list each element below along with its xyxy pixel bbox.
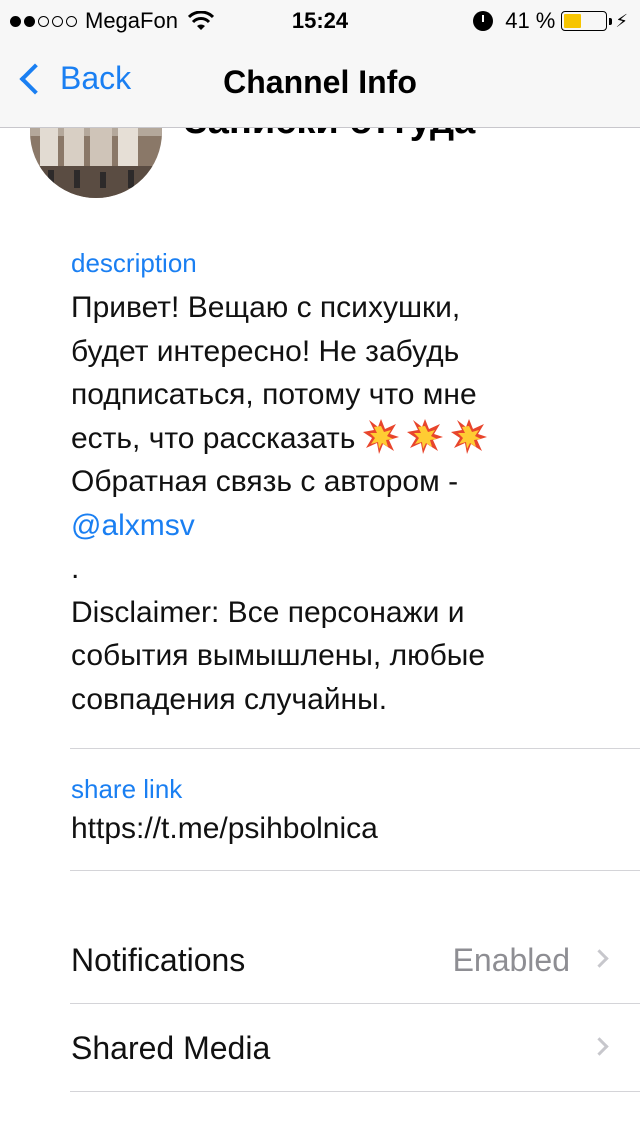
description-line: Обратная связь с автором -: [71, 465, 459, 498]
navigation-bar: Back Channel Info: [0, 40, 640, 128]
alarm-icon: [473, 11, 494, 31]
notifications-status: Enabled: [452, 942, 570, 978]
battery-fill: [564, 14, 581, 28]
shared-media-label: Shared Media: [71, 1030, 271, 1066]
author-mention-link[interactable]: @alxmsv: [71, 504, 631, 548]
description-text: Привет! Вещаю с психушки, будет интересн…: [71, 286, 631, 721]
battery-icon: [561, 11, 613, 31]
shared-media-row[interactable]: Shared Media: [0, 1004, 640, 1092]
status-bar: MegaFon 15:24 41 % ⚡: [0, 0, 640, 40]
description-line: Disclaimer: Все персонажи и: [71, 595, 465, 629]
chevron-left-icon: [19, 62, 51, 95]
description-line: .: [71, 552, 80, 585]
collision-emoji-icon: [451, 418, 488, 454]
divider: [70, 870, 640, 871]
description-line: подписаться, потому что мне: [71, 378, 477, 411]
notifications-label: Notifications: [71, 942, 246, 978]
description-line: Привет! Вещаю с психушки,: [71, 291, 461, 324]
share-link-label: share link: [71, 774, 183, 804]
collision-emoji-icon: [407, 418, 444, 454]
description-label: description: [71, 248, 197, 278]
battery-percent: 41 %: [505, 8, 556, 33]
charging-bolt-icon: ⚡: [615, 10, 628, 31]
back-label: Back: [60, 60, 132, 96]
chevron-right-icon: [590, 949, 609, 968]
description-line-with-emoji: есть, что рассказать: [71, 417, 631, 461]
status-right: 41 % ⚡: [473, 8, 628, 34]
divider: [70, 1091, 640, 1092]
description-line: будет интересно! Не забудь: [71, 334, 460, 368]
description-line: события вымышлены, любые: [71, 639, 486, 672]
description-line: есть, что рассказать: [71, 421, 356, 455]
divider: [70, 748, 640, 749]
back-button[interactable]: Back: [14, 60, 131, 97]
notifications-row[interactable]: Notifications Enabled: [0, 916, 640, 1004]
share-link-value[interactable]: https://t.me/psihbolnica: [71, 812, 378, 846]
emoji-group: [363, 418, 488, 454]
description-line: совпадения случайны.: [71, 682, 388, 716]
collision-emoji-icon: [363, 418, 400, 454]
chevron-right-icon: [590, 1037, 609, 1056]
